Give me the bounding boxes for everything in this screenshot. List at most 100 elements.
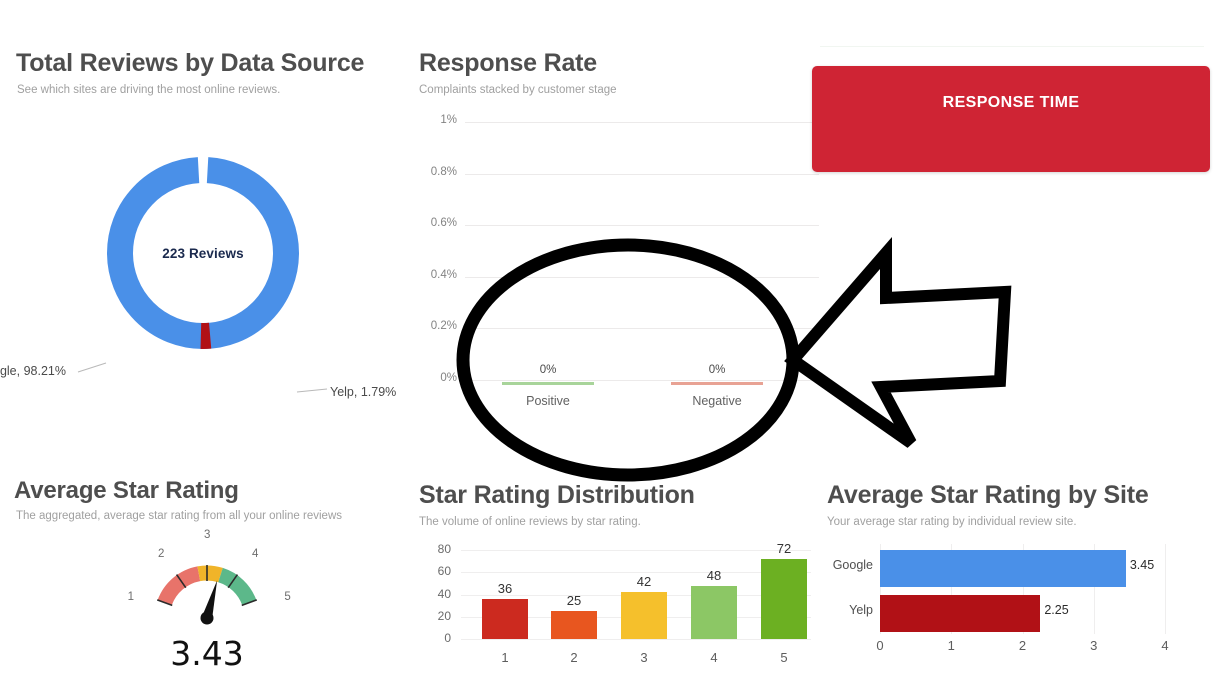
y-axis-tick-label: 80 — [437, 542, 451, 556]
bar-value-label: 0% — [539, 364, 557, 376]
gridline — [461, 639, 811, 640]
panel-title: Total Reviews by Data Source — [16, 49, 365, 77]
y-axis-tick-label: 0.8% — [430, 165, 457, 178]
bar-value-label: 3.45 — [1129, 558, 1155, 572]
bar-value-label: 25 — [566, 593, 582, 609]
y-axis-tick-label: 0.6% — [430, 217, 457, 230]
bar-category-label: Yelp — [849, 603, 873, 617]
y-axis-gridline-row: 0.8% — [419, 166, 819, 178]
leader-line-google — [77, 362, 107, 373]
y-axis-gridline-row: 0.2% — [419, 320, 819, 332]
x-axis-tick-label: 2 — [1018, 638, 1027, 653]
x-axis-tick-label: 5 — [780, 650, 788, 665]
total-reviews-by-data-source-panel: Total Reviews by Data Source See which s… — [0, 49, 415, 445]
gauge-hub — [200, 611, 214, 625]
average-star-rating-by-site-panel: Average Star Rating by Site Your average… — [827, 481, 1218, 689]
average-star-rating-panel: Average Star Rating The aggregated, aver… — [0, 477, 415, 689]
bar-group[interactable]: 0% Negative — [671, 364, 763, 408]
y-axis-tick-label: 0% — [440, 372, 457, 384]
donut-label-yelp: Yelp, 1.79% — [330, 385, 397, 399]
star-rating-distribution-chart[interactable]: 0 20 40 60 80 36 1 25 2 42 3 48 4 72 5 — [419, 541, 819, 665]
bar[interactable] — [691, 585, 737, 639]
bar[interactable] — [551, 611, 597, 639]
bar-column[interactable]: 48 — [691, 550, 737, 639]
response-time-panel: RESPONSE TIME — [812, 40, 1210, 180]
gauge-value: 3.43 — [170, 634, 244, 673]
y-axis-tick-label: 0.4% — [430, 268, 457, 281]
gridline — [465, 173, 819, 175]
bar-value-label: 42 — [636, 574, 652, 590]
panel-title: Average Star Rating — [14, 477, 239, 504]
response-time-banner[interactable]: RESPONSE TIME — [812, 66, 1210, 172]
panel-title: Response Rate — [419, 49, 598, 77]
gridline — [465, 328, 819, 330]
y-axis-gridline-row: 0.6% — [419, 217, 819, 229]
bar-value-label: 48 — [706, 567, 722, 583]
gauge-tick-label-3: 3 — [204, 529, 211, 541]
gauge-tick-label-5: 5 — [284, 591, 291, 604]
x-axis-category-label: Negative — [692, 394, 742, 408]
x-axis-tick-label: 3 — [1090, 638, 1098, 653]
y-axis-tick-label: 0.2% — [430, 320, 457, 333]
gauge-tick-label-2: 2 — [158, 548, 165, 561]
x-axis-tick-label: 1 — [501, 650, 509, 665]
bar[interactable] — [880, 550, 1126, 587]
gridline — [465, 122, 819, 123]
panel-title: Average Star Rating by Site — [827, 481, 1149, 509]
gauge-svg — [156, 565, 258, 625]
bar[interactable] — [761, 558, 807, 639]
gridline — [465, 276, 819, 278]
panel-subtitle: Your average star rating by individual r… — [827, 515, 1077, 528]
bar-value-label: 72 — [776, 540, 792, 556]
bar[interactable] — [671, 382, 763, 385]
y-axis-gridline-row: 1% — [419, 114, 819, 126]
x-axis-tick-label: 3 — [640, 650, 648, 665]
bar-column[interactable]: 36 — [482, 550, 528, 639]
donut-center-total: 223 Reviews — [162, 246, 244, 261]
star-rating-distribution-panel: Star Rating Distribution The volume of o… — [419, 481, 819, 689]
average-star-rating-by-site-chart[interactable]: 0 1 2 3 4 Google 3.45 Yelp 2.25 — [827, 544, 1218, 654]
bar[interactable] — [482, 598, 528, 639]
bar-value-label: 0% — [708, 364, 726, 376]
x-axis-category-label: Positive — [526, 394, 570, 408]
bar-row[interactable]: Google 3.45 — [827, 548, 1218, 588]
response-rate-chart[interactable]: 0% 0.2% 0.4% 0.6% 0.8% 1% 0% Positive 0% Negative — [419, 112, 819, 432]
response-rate-panel: Response Rate Complaints stacked by cust… — [419, 49, 819, 450]
bar-column[interactable]: 42 — [621, 550, 667, 639]
left-arrow-annotation-icon — [784, 236, 1012, 448]
panel-subtitle: The aggregated, average star rating from… — [16, 510, 343, 523]
panel-title: Star Rating Distribution — [419, 481, 695, 509]
x-axis-tick-label: 1 — [947, 638, 955, 653]
star-rating-gauge[interactable]: 3.43 1 2 3 4 5 — [112, 529, 302, 681]
gauge-tick-label-4: 4 — [251, 548, 259, 561]
y-axis-tick-label: 1% — [440, 114, 457, 126]
panel-subtitle: Complaints stacked by customer stage — [419, 83, 617, 96]
donut-label-google: ogle, 98.21% — [0, 364, 66, 378]
bar[interactable] — [621, 592, 667, 639]
leader-line-yelp — [296, 388, 328, 393]
gauge-tick-label-1: 1 — [127, 591, 135, 604]
panel-subtitle: See which sites are driving the most onl… — [17, 83, 281, 96]
bar-value-label: 36 — [497, 580, 513, 596]
bar-group[interactable]: 0% Positive — [502, 364, 594, 408]
y-axis-tick-label: 20 — [437, 608, 451, 623]
bar-value-label: 2.25 — [1044, 603, 1069, 617]
bar-category-label: Google — [832, 558, 873, 572]
bar-column[interactable]: 72 — [761, 541, 807, 639]
x-axis-tick-label: 4 — [1161, 638, 1169, 653]
bar-row[interactable]: Yelp 2.25 — [827, 593, 1218, 633]
gauge-band-0 — [157, 566, 201, 606]
response-time-banner-title: RESPONSE TIME — [942, 94, 1080, 111]
gauge-band-1 — [197, 565, 223, 583]
y-axis-gridline-row: 0.4% — [419, 269, 819, 281]
panel-subtitle: The volume of online reviews by star rat… — [419, 515, 641, 528]
divider-line — [820, 46, 1204, 47]
bar-column[interactable]: 25 — [551, 550, 597, 639]
bar[interactable] — [502, 382, 594, 385]
y-axis-tick-label: 40 — [437, 586, 451, 601]
donut-chart[interactable]: 223 Reviews ogle, 98.21% Yelp, 1.79% — [0, 128, 415, 428]
bar[interactable] — [880, 595, 1041, 632]
x-axis-tick-label: 4 — [710, 650, 718, 665]
y-axis-tick-label: 0 — [444, 631, 451, 645]
x-axis-tick-label: 0 — [876, 638, 884, 653]
